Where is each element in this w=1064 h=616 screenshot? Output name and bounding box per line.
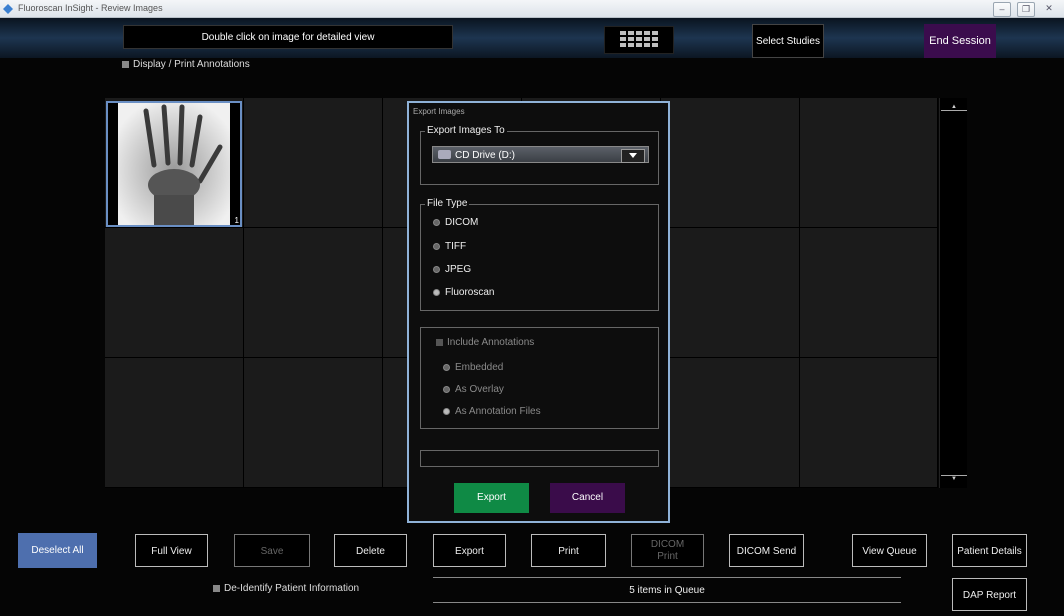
- instruction-banner: Double click on image for detailed view: [123, 25, 453, 49]
- file-type-jpeg-radio[interactable]: JPEG: [433, 264, 471, 275]
- radio-selected-icon: [433, 288, 440, 296]
- file-type-group: File Type DICOM TIFF JPEG Fluoroscan: [420, 198, 659, 311]
- xray-thumbnail[interactable]: 1: [106, 101, 242, 227]
- grid-cell[interactable]: [244, 358, 383, 488]
- deidentify-checkbox[interactable]: De-Identify Patient Information: [213, 583, 359, 594]
- annotation-files-radio[interactable]: As Annotation Files: [443, 406, 541, 417]
- checkbox-icon: [213, 584, 220, 592]
- select-studies-button[interactable]: Select Studies: [752, 24, 824, 58]
- display-annotations-label: Display / Print Annotations: [133, 59, 250, 70]
- dap-report-button[interactable]: DAP Report: [952, 578, 1027, 611]
- radio-label: Fluoroscan: [445, 287, 495, 298]
- radio-label: DICOM: [445, 217, 479, 228]
- radio-icon: [433, 242, 440, 250]
- checkbox-icon: [436, 338, 443, 346]
- drive-select[interactable]: CD Drive (D:): [432, 146, 649, 163]
- grid-cell[interactable]: [800, 358, 938, 488]
- scroll-up-icon[interactable]: ▲: [941, 104, 967, 111]
- scroll-down-icon[interactable]: ▼: [941, 475, 967, 482]
- export-status-field: [420, 450, 659, 467]
- dicom-send-button[interactable]: DICOM Send: [729, 534, 804, 567]
- save-button[interactable]: Save: [234, 534, 310, 567]
- export-button[interactable]: Export: [433, 534, 506, 567]
- full-view-button[interactable]: Full View: [135, 534, 208, 567]
- annotations-group: Include Annotations Embedded As Overlay …: [420, 327, 659, 429]
- image-index: 1: [234, 216, 239, 225]
- grid-cell[interactable]: [661, 358, 800, 488]
- radio-label: TIFF: [445, 241, 467, 252]
- file-type-dicom-radio[interactable]: DICOM: [433, 217, 478, 228]
- deselect-all-button[interactable]: Deselect All: [18, 533, 97, 568]
- radio-selected-icon: [443, 407, 450, 415]
- export-images-dialog: Export Images Export Images To CD Drive …: [407, 101, 670, 523]
- grid-cell[interactable]: [105, 228, 244, 358]
- queue-status: 5 items in Queue: [433, 577, 901, 603]
- include-annotations-checkbox[interactable]: Include Annotations: [436, 337, 534, 348]
- drive-select-value: CD Drive (D:): [455, 150, 515, 161]
- chevron-down-icon[interactable]: [621, 149, 645, 163]
- dicom-print-button[interactable]: DICOM Print: [631, 534, 704, 567]
- annotation-overlay-radio[interactable]: As Overlay: [443, 384, 504, 395]
- checkbox-icon: [122, 60, 129, 68]
- export-destination-legend: Export Images To: [425, 125, 507, 136]
- dialog-cancel-button[interactable]: Cancel: [550, 483, 625, 513]
- checkbox-label: Include Annotations: [447, 337, 535, 348]
- grid-cell[interactable]: [800, 228, 938, 358]
- radio-icon: [433, 265, 440, 273]
- radio-label: Embedded: [455, 362, 504, 373]
- grid-icon: [620, 31, 658, 47]
- radio-label: As Overlay: [455, 384, 504, 395]
- window-title: Fluoroscan InSight - Review Images: [18, 3, 163, 13]
- minimize-icon[interactable]: –: [993, 2, 1011, 17]
- file-type-tiff-radio[interactable]: TIFF: [433, 241, 466, 252]
- patient-details-button[interactable]: Patient Details: [952, 534, 1027, 567]
- radio-label: As Annotation Files: [455, 406, 541, 417]
- maximize-icon[interactable]: ❐: [1017, 2, 1035, 17]
- display-annotations-checkbox[interactable]: Display / Print Annotations: [122, 59, 250, 70]
- grid-cell[interactable]: [244, 228, 383, 358]
- delete-button[interactable]: Delete: [334, 534, 407, 567]
- dialog-export-button[interactable]: Export: [454, 483, 529, 513]
- hand-xray-image: [108, 103, 240, 225]
- file-type-legend: File Type: [425, 198, 470, 209]
- file-type-fluoroscan-radio[interactable]: Fluoroscan: [433, 287, 494, 298]
- window-title-bar: Fluoroscan InSight - Review Images – ❐ ✕: [0, 0, 1064, 18]
- radio-icon: [443, 363, 450, 371]
- close-icon[interactable]: ✕: [1041, 2, 1057, 15]
- view-queue-button[interactable]: View Queue: [852, 534, 927, 567]
- radio-icon: [443, 385, 450, 393]
- dialog-title: Export Images: [413, 107, 465, 116]
- grid-cell[interactable]: [800, 98, 938, 228]
- annotation-embedded-radio[interactable]: Embedded: [443, 362, 503, 373]
- radio-label: JPEG: [445, 264, 472, 275]
- grid-cell[interactable]: [105, 358, 244, 488]
- grid-layout-button[interactable]: [604, 26, 674, 54]
- print-button[interactable]: Print: [531, 534, 606, 567]
- grid-cell[interactable]: [244, 98, 383, 228]
- app-icon: [3, 4, 13, 14]
- grid-scrollbar[interactable]: ▲ ▼: [939, 98, 967, 488]
- grid-cell[interactable]: [661, 228, 800, 358]
- radio-icon: [433, 218, 440, 226]
- cd-drive-icon: [438, 150, 451, 159]
- deidentify-label: De-Identify Patient Information: [224, 583, 360, 594]
- export-destination-group: Export Images To CD Drive (D:): [420, 125, 659, 185]
- end-session-button[interactable]: End Session: [924, 24, 996, 58]
- grid-cell[interactable]: [661, 98, 800, 228]
